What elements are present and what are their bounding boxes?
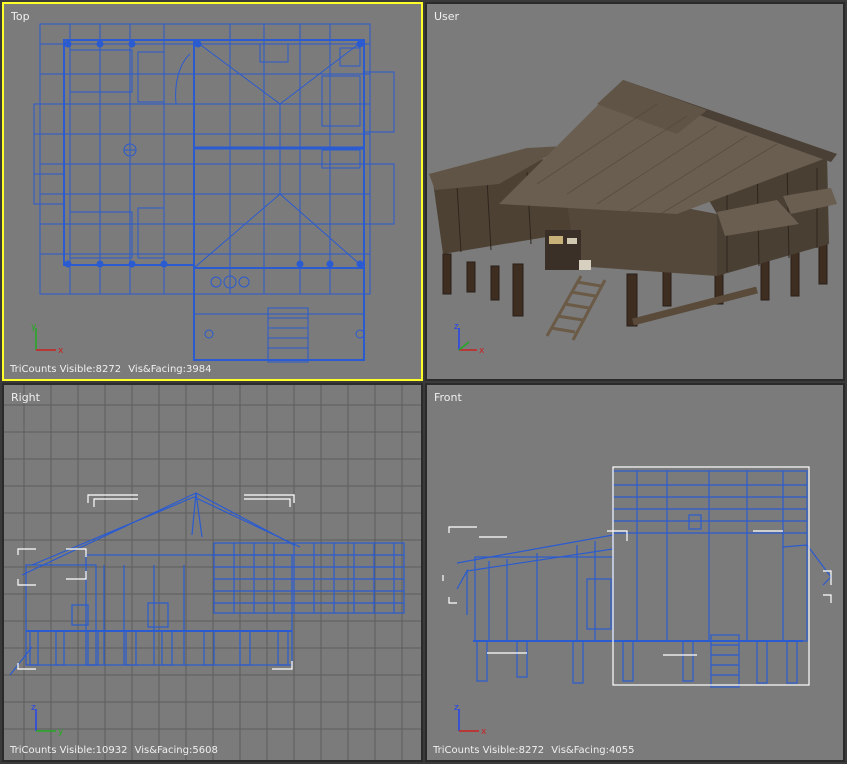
axis-h-label: x [58,346,64,356]
axis-tripod-icon: y x [31,322,64,356]
viewport-front[interactable]: Front z x TriCounts Visible:8272 Vis&Fac… [425,383,845,762]
axis-v-label: z [454,322,459,332]
tricount-stats: TriCounts Visible:10932 Vis&Facing:5608 [10,745,218,756]
tricount-facing: Vis&Facing:4055 [551,745,635,756]
axis-tripod-icon: z x [454,703,487,737]
viewport-label-right[interactable]: Right [11,391,40,404]
axis-h-label: y [58,727,64,737]
tricount-stats [433,364,437,375]
tricount-visible: TriCounts Visible:8272 [433,745,545,756]
tricount-facing: Vis&Facing:5608 [134,745,218,756]
viewport-right[interactable]: Right z y TriCounts Visible:10932 Vis&Fa… [2,383,423,762]
axis-v-label: z [31,703,36,713]
axis-v-label: y [31,322,37,332]
viewport-label-user[interactable]: User [434,10,459,23]
tricount-stats: TriCounts Visible:8272 Vis&Facing:3984 [10,364,211,375]
axis-tripod-icon: z y [31,703,64,737]
axis-h-label: x [479,346,485,356]
axis-v-label: z [454,703,459,713]
axis-h-label: x [481,727,487,737]
tricount-visible: TriCounts Visible:8272 [10,364,122,375]
viewport-label-top[interactable]: Top [11,10,30,23]
viewport-user[interactable]: User z x [425,2,845,381]
tricount-stats: TriCounts Visible:8272 Vis&Facing:4055 [433,745,634,756]
viewport-top[interactable]: Top y x TriCounts Visible:8272 Vis&Facin… [2,2,423,381]
viewport-label-front[interactable]: Front [434,391,462,404]
tricount-visible: TriCounts Visible:10932 [10,745,128,756]
axis-tripod-icon: z x [454,322,485,356]
tricount-facing: Vis&Facing:3984 [128,364,212,375]
